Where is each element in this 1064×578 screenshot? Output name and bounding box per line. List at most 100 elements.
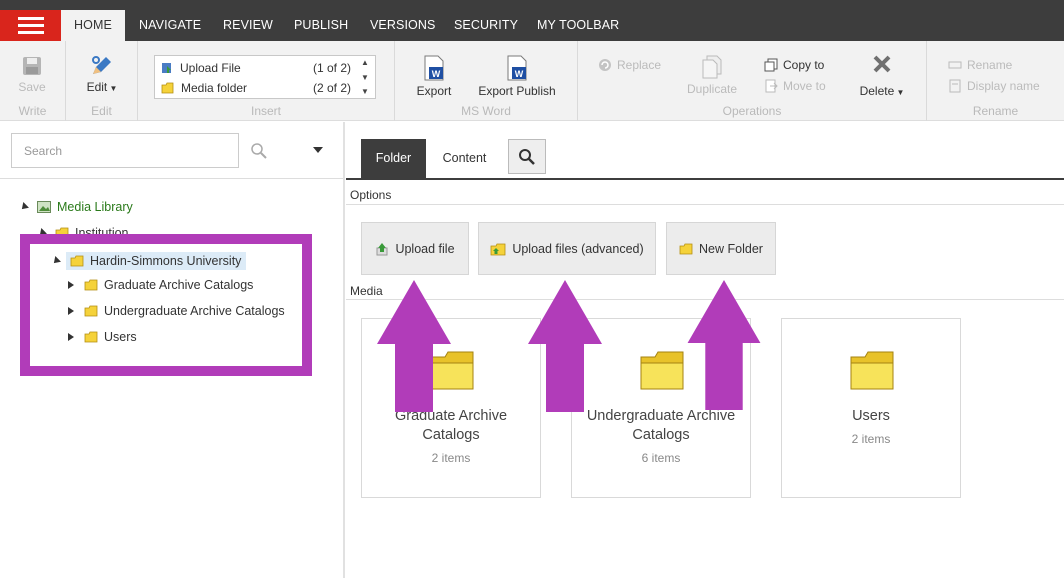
insert-option-upload-file[interactable]: Upload File (1 of 2)	[161, 58, 351, 78]
copy-icon	[764, 58, 778, 72]
card-title: Undergraduate Archive Catalogs	[586, 408, 736, 443]
expand-icon[interactable]	[68, 307, 74, 315]
annotation-arrow-up-icon	[687, 280, 761, 410]
divider	[0, 178, 343, 179]
folder-icon	[84, 331, 98, 343]
tab-my-toolbar[interactable]: MY TOOLBAR	[537, 10, 619, 41]
tree-options-dropdown-icon[interactable]	[313, 147, 323, 153]
tab-search-button[interactable]	[508, 139, 546, 174]
tab-review[interactable]: REVIEW	[223, 10, 273, 41]
svg-text:W: W	[432, 69, 441, 79]
divider	[346, 204, 1064, 205]
word-doc-icon: W	[507, 55, 527, 81]
upload-file-icon	[162, 63, 171, 73]
expand-icon[interactable]	[68, 333, 74, 341]
replace-icon	[599, 59, 611, 71]
search-icon[interactable]	[250, 142, 268, 160]
edit-button[interactable]: Edit ▼	[76, 55, 128, 94]
tab-versions[interactable]: VERSIONS	[370, 10, 435, 41]
card-item-count: 6 items	[641, 451, 681, 465]
export-button[interactable]: W Export	[409, 55, 459, 98]
collapse-icon[interactable]	[51, 256, 61, 266]
expand-list-icon[interactable]: ▼	[361, 87, 369, 96]
folder-icon	[70, 255, 84, 267]
tab-publish[interactable]: PUBLISH	[294, 10, 348, 41]
export-publish-button[interactable]: W Export Publish	[473, 55, 561, 98]
upload-folder-icon	[490, 243, 506, 255]
rename-button[interactable]: Rename	[948, 58, 1012, 72]
insert-options-list: Upload File (1 of 2) Media folder (2 of …	[154, 55, 376, 99]
scroll-down-icon[interactable]: ▼	[361, 73, 369, 82]
upload-file-button[interactable]: Upload file	[361, 222, 469, 275]
editor-tab-bar: Folder Content	[346, 122, 1064, 180]
ribbon-group-label: MS Word	[461, 104, 511, 118]
expand-icon[interactable]	[68, 281, 74, 289]
tree-item-undergraduate-catalogs[interactable]: Undergraduate Archive Catalogs	[68, 304, 285, 318]
delete-x-icon	[873, 55, 891, 73]
rename-icon	[948, 61, 962, 69]
copy-to-button[interactable]: Copy to	[764, 58, 824, 72]
media-folder-card[interactable]: Users 2 items	[781, 318, 961, 498]
card-item-count: 2 items	[431, 451, 471, 465]
tab-home[interactable]: HOME	[61, 10, 125, 41]
svg-text:W: W	[515, 69, 524, 79]
chevron-down-icon: ▼	[894, 88, 905, 97]
content-tree-panel: Media Library Institution Hardin-Simmons…	[0, 122, 345, 578]
tab-folder[interactable]: Folder	[361, 139, 426, 178]
folder-icon	[640, 351, 684, 390]
upload-icon	[376, 242, 388, 255]
tree-item-graduate-catalogs[interactable]: Graduate Archive Catalogs	[68, 278, 253, 292]
collapse-icon[interactable]	[19, 202, 29, 212]
folder-icon	[850, 351, 894, 390]
tab-security[interactable]: SECURITY	[454, 10, 518, 41]
word-doc-icon: W	[424, 55, 444, 81]
move-icon	[765, 79, 778, 93]
tree-item-media-library[interactable]: Media Library	[19, 200, 133, 214]
tree-item-users[interactable]: Users	[68, 330, 137, 344]
duplicate-icon	[702, 55, 722, 79]
replace-button[interactable]: Replace	[598, 58, 661, 72]
duplicate-button[interactable]: Duplicate	[682, 55, 742, 96]
tree-search-input[interactable]	[11, 133, 239, 168]
ribbon-group-msword: W Export W Export Publish MS Word	[395, 41, 578, 121]
save-button[interactable]: Save	[8, 55, 56, 94]
edit-pencil-icon	[92, 56, 111, 74]
search-icon	[519, 148, 535, 165]
tab-navigate[interactable]: NAVIGATE	[139, 10, 201, 41]
ribbon-group-label: Write	[18, 104, 47, 118]
insert-list-scroller[interactable]: ▲ ▼ ▼	[357, 56, 373, 98]
menu-icon[interactable]	[0, 10, 61, 41]
annotation-arrow-up-icon	[377, 280, 451, 412]
tree-item-university[interactable]: Hardin-Simmons University	[51, 252, 247, 270]
ribbon-group-edit: Edit ▼ Edit	[66, 41, 138, 121]
upload-files-advanced-button[interactable]: Upload files (advanced)	[478, 222, 656, 275]
ribbon-group-operations: Replace Duplicate Copy to Move to Delete…	[578, 41, 927, 121]
ribbon-group-label: Rename	[972, 104, 1019, 118]
display-name-button[interactable]: Display name	[948, 79, 1040, 93]
card-title: Graduate Archive Catalogs	[394, 408, 508, 443]
tab-underline	[346, 178, 1064, 180]
ribbon: Save Write Edit ▼ Edit Insert Upload Fil…	[0, 41, 1064, 121]
ribbon-group-label: Edit	[91, 104, 112, 118]
top-nav-bar: HOME NAVIGATE REVIEW PUBLISH VERSIONS SE…	[0, 0, 1064, 41]
card-item-count: 2 items	[851, 432, 891, 446]
annotation-arrow-up-icon	[528, 280, 602, 412]
display-name-icon	[949, 79, 961, 93]
folder-icon	[679, 243, 693, 254]
scroll-up-icon[interactable]: ▲	[361, 58, 369, 67]
folder-icon	[84, 305, 98, 317]
media-library-icon	[37, 201, 51, 213]
chevron-down-icon: ▼	[107, 84, 118, 93]
ribbon-group-label: Insert	[250, 104, 281, 118]
tab-content[interactable]: Content	[426, 139, 503, 178]
insert-option-media-folder[interactable]: Media folder (2 of 2)	[161, 78, 351, 98]
ribbon-group-label: Operations	[722, 104, 782, 118]
new-folder-button[interactable]: New Folder	[666, 222, 776, 275]
delete-button[interactable]: Delete ▼	[850, 53, 914, 98]
move-to-button[interactable]: Move to	[764, 79, 826, 93]
save-icon	[23, 57, 41, 75]
ribbon-group-rename: Rename Display name Rename	[927, 41, 1064, 121]
card-title: Users	[852, 408, 890, 424]
folder-icon	[161, 82, 174, 94]
options-section-label: Options	[350, 188, 392, 202]
